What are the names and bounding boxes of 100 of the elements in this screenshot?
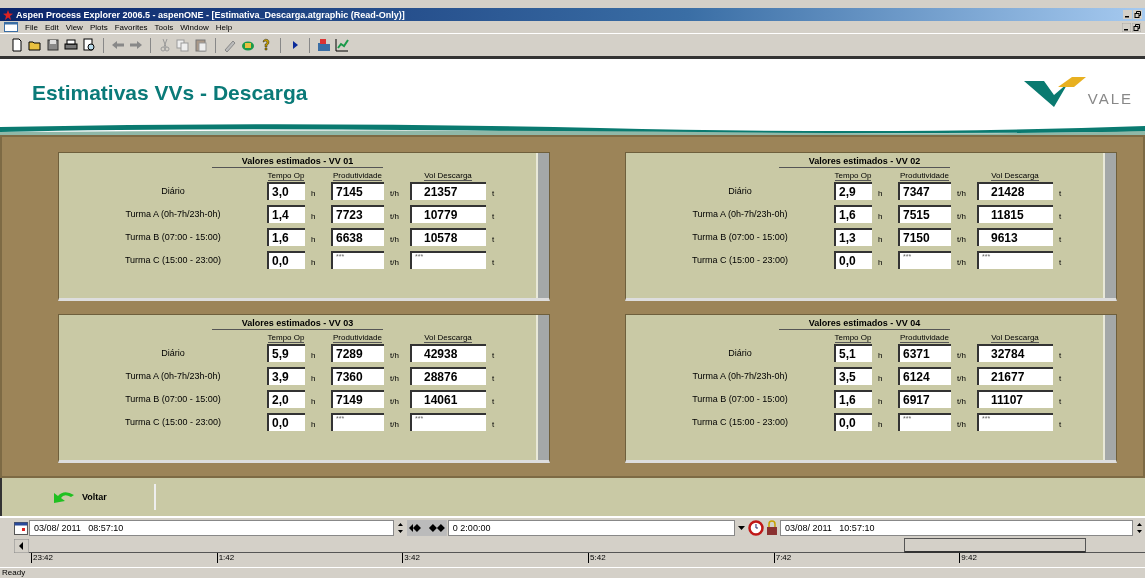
restore-icon[interactable] [1132,22,1141,32]
value-field: 0,0 [834,251,872,269]
unit-label: h [877,233,884,244]
unit-label: t [1058,349,1063,360]
row-label: Turma B (07:00 - 15:00) [691,394,789,404]
panel-title: Valores estimados - VV 04 [778,318,951,330]
row-label: Diário [727,348,753,358]
row-label: Turma B (07:00 - 15:00) [124,232,222,242]
value-field: 32784 [977,344,1053,362]
new-file-icon[interactable] [10,38,24,52]
print-preview-icon[interactable] [82,38,96,52]
lock-icon[interactable] [765,520,779,536]
menu-item[interactable]: Tools [154,22,174,32]
save-icon[interactable] [46,38,60,52]
open-folder-icon[interactable] [28,38,42,52]
unit-label: t [1058,233,1063,244]
menu-item[interactable]: File [25,22,38,32]
unit-label: t/h [956,418,967,429]
row-label: Turma A (0h-7h/23h-0h) [691,371,789,381]
row-label: Diário [160,186,186,196]
menu-item[interactable]: Plots [89,22,108,32]
status-text: Ready [1,568,27,578]
document-icon[interactable] [4,22,18,32]
page-title: Estimativas VVs - Descarga [32,81,308,105]
start-time-field[interactable]: 03/08/ 2011 08:57:10 [28,520,394,536]
column-header: Tempo Op [267,333,305,343]
unit-label: t/h [389,349,400,360]
minimize-icon[interactable] [1123,10,1132,19]
value-field: 0,0 [834,413,872,431]
time-span-field[interactable]: 0 2:00:00 [447,520,736,536]
value-field: 28876 [410,367,486,385]
print-icon[interactable] [64,38,78,52]
help-icon[interactable] [259,38,273,52]
value-field: 6638 [331,228,384,246]
menu-item[interactable]: Favorites [114,22,148,32]
minimize-icon[interactable] [1122,22,1131,32]
app-logo-icon [3,9,13,20]
value-field: 5,9 [267,344,305,362]
value-field: 42938 [410,344,486,362]
value-field: 2,0 [267,390,305,408]
value-field: 1,6 [267,228,305,246]
chart-icon[interactable] [335,38,349,52]
unit-label: t/h [956,210,967,221]
unit-label: h [310,256,317,267]
value-field: 7145 [331,182,384,200]
calendar-icon[interactable] [14,521,28,535]
unit-label: t [1058,372,1063,383]
value-field: 5,1 [834,344,872,362]
unit-label: t [491,233,496,244]
row-label: Turma B (07:00 - 15:00) [691,232,789,242]
menu-item[interactable]: Edit [44,22,59,32]
unit-label: h [877,349,884,360]
folder-chart-icon[interactable] [317,38,331,52]
unit-label: h [310,372,317,383]
value-field: 21428 [977,182,1053,200]
shift-arrows-icon[interactable] [406,520,447,536]
window-title: Aspen Process Explorer 2006.5 - aspenONE - [Estimativa_Descarga.atgraphic (Read-Only)] [16,9,405,20]
value-field: 2,9 [834,182,872,200]
time-tick-label: 1:42 [216,553,403,563]
unit-label: t [1058,418,1063,429]
range-thumb[interactable] [904,538,1086,553]
unit-label: h [310,210,317,221]
menu-item[interactable]: Window [180,22,209,32]
panel-title: Valores estimados - VV 03 [211,318,384,330]
unit-label: t [491,210,496,221]
value-field: 6917 [898,390,951,408]
end-time-field[interactable]: 03/08/ 2011 10:57:10 [780,520,1134,536]
scroll-left-icon[interactable] [14,538,29,553]
clock-icon[interactable] [748,520,764,536]
unit-label: h [310,187,317,198]
menu-item[interactable]: Help [215,22,233,32]
value-field: 3,0 [267,182,305,200]
unit-label: h [877,418,884,429]
unit-label: t [491,256,496,267]
value-field: 7723 [331,205,384,223]
column-header: Vol Descarga [424,171,472,181]
unit-label: t/h [389,256,400,267]
unit-label: t/h [956,395,967,406]
unit-label: t/h [956,349,967,360]
row-label: Turma A (0h-7h/23h-0h) [124,209,222,219]
value-field: 1,6 [834,390,872,408]
unit-label: h [877,187,884,198]
unit-label: t [1058,187,1063,198]
value-field: 6124 [898,367,951,385]
value-field: 1,4 [267,205,305,223]
panel-title: Valores estimados - VV 02 [778,156,951,168]
restore-icon[interactable] [1133,10,1142,19]
column-header: Vol Descarga [991,171,1039,181]
column-header: Vol Descarga [991,333,1039,343]
value-field: 21677 [977,367,1053,385]
paste-icon[interactable] [194,38,208,52]
column-header: Produtividade [900,333,949,343]
value-field: 11815 [977,205,1053,223]
row-label: Turma A (0h-7h/23h-0h) [691,209,789,219]
unit-label: t/h [956,233,967,244]
value-field: 0,0 [267,251,305,269]
back-button[interactable]: Voltar [50,489,154,505]
menu-item[interactable]: View [65,22,83,32]
unit-label: t/h [389,210,400,221]
column-header: Tempo Op [267,171,305,181]
